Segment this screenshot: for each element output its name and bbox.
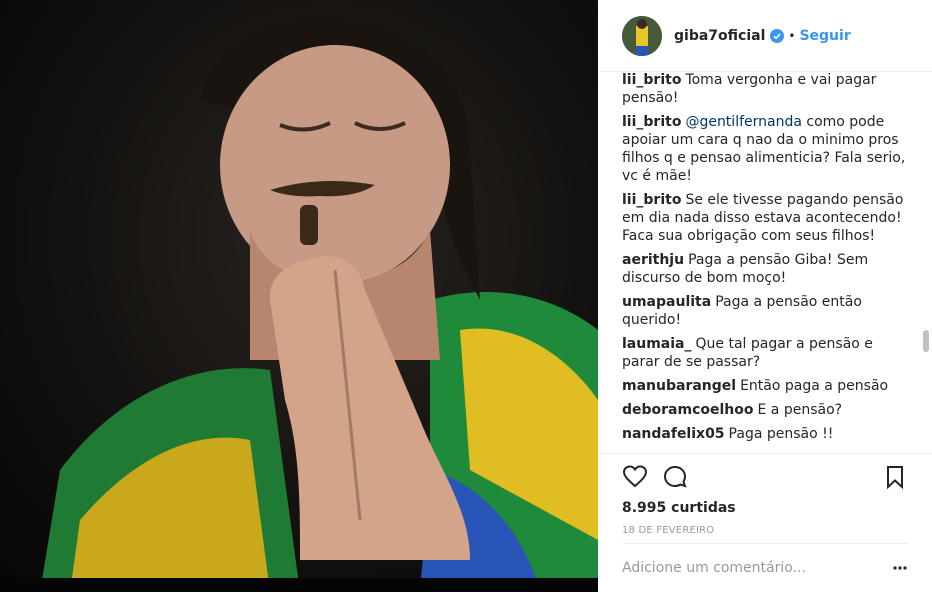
post-username[interactable]: giba7oficial xyxy=(674,28,765,44)
comment-username[interactable]: umapaulita xyxy=(622,294,711,310)
separator-dot: • xyxy=(788,28,796,43)
post-side-panel: giba7oficial • Seguir lii_brito Toma verg… xyxy=(598,0,932,592)
comments-list[interactable]: lii_brito Toma vergonha e vai pagar pensã… xyxy=(598,73,932,453)
avatar-image xyxy=(622,15,662,56)
comment-item: lii_brito Se ele tivesse pagando pensão e… xyxy=(622,191,908,245)
post-photo[interactable] xyxy=(0,0,598,592)
post-header: giba7oficial • Seguir xyxy=(598,0,932,72)
comment-username[interactable]: nandafelix05 xyxy=(622,426,725,442)
comment-item: aerithju Paga a pensão Giba! Sem discurso… xyxy=(622,251,908,287)
comment-username[interactable]: lii_brito xyxy=(622,114,681,130)
photo-illustration xyxy=(40,18,598,592)
comment-mention[interactable]: @gentilfernanda xyxy=(685,114,801,130)
comment-item: nandafelix05 Paga pensão !! xyxy=(622,425,908,443)
bookmark-icon[interactable] xyxy=(882,464,908,490)
comment-item: laumaia_ Que tal pagar a pensão e parar d… xyxy=(622,335,908,371)
post-date[interactable]: 18 de fevereiro xyxy=(622,525,908,536)
instagram-post-window: giba7oficial • Seguir lii_brito Toma verg… xyxy=(0,0,932,592)
comment-text: Então paga a pensão xyxy=(740,378,889,394)
action-icons-row xyxy=(622,454,908,500)
add-comment-bar xyxy=(622,543,908,592)
likes-count[interactable]: 8.995 curtidas xyxy=(622,500,908,516)
comment-username[interactable]: aerithju xyxy=(622,252,684,268)
verified-badge-icon xyxy=(770,28,785,43)
comment-username[interactable]: deboramcoelhoo xyxy=(622,402,754,418)
more-options-icon[interactable] xyxy=(892,560,908,576)
goatee xyxy=(300,205,318,245)
follow-button[interactable]: Seguir xyxy=(799,28,850,44)
heart-icon[interactable] xyxy=(622,464,648,490)
comment-item: deboramcoelhoo E a pensão? xyxy=(622,401,908,419)
comment-input[interactable] xyxy=(622,560,862,576)
comments-scrollbar[interactable] xyxy=(923,330,929,352)
comment-bubble-icon[interactable] xyxy=(662,464,688,490)
comment-username[interactable]: laumaia_ xyxy=(622,336,692,352)
avatar[interactable] xyxy=(622,15,662,56)
comment-item: lii_brito Toma vergonha e vai pagar pensã… xyxy=(622,73,908,107)
comment-item: umapaulita Paga a pensão então querido! xyxy=(622,293,908,329)
comment-text: E a pensão? xyxy=(757,402,843,418)
comment-username[interactable]: lii_brito xyxy=(622,73,681,88)
photo-bottom-strip xyxy=(0,578,598,592)
comment-username[interactable]: lii_brito xyxy=(622,192,681,208)
comment-item: lii_brito @gentilfernanda como pode apoia… xyxy=(622,113,908,185)
comment-item: manubarangel Então paga a pensão xyxy=(622,377,908,395)
post-actions: 8.995 curtidas 18 de fevereiro xyxy=(598,453,932,543)
comment-username[interactable]: manubarangel xyxy=(622,378,736,394)
comment-text: Paga pensão !! xyxy=(728,426,834,442)
